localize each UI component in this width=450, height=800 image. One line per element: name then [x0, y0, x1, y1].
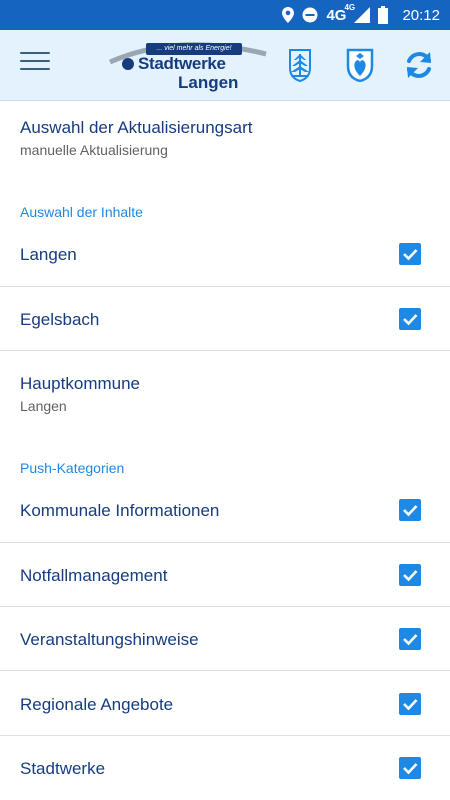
- logo-name: Stadtwerke: [138, 54, 226, 73]
- status-icons: 4G 4G 20:12: [282, 0, 440, 30]
- battery-icon: [378, 6, 389, 24]
- list-item-label: Langen: [20, 245, 77, 264]
- status-bar: 4G 4G 20:12: [0, 0, 450, 30]
- content-section-header: Auswahl der Inhalte: [20, 204, 143, 220]
- divider: [0, 735, 450, 736]
- logo-dot-icon: [122, 58, 134, 70]
- list-item-label: Regionale Angebote: [20, 695, 174, 714]
- crest-egelsbach-button[interactable]: [344, 48, 376, 83]
- network-type: 4G 4G: [326, 2, 356, 24]
- checkbox-egelsbach[interactable]: [399, 308, 421, 330]
- checkbox-langen[interactable]: [399, 243, 421, 265]
- divider: [0, 286, 450, 287]
- checkbox-regionale-angebote[interactable]: [399, 693, 421, 715]
- menu-button[interactable]: [20, 52, 50, 78]
- logo-city: Langen: [178, 73, 239, 92]
- signal-icon: [354, 7, 371, 23]
- crest-langen-button[interactable]: [284, 48, 316, 83]
- list-item-label: Veranstaltungshinweise: [20, 630, 199, 649]
- update-type-setting[interactable]: Auswahl der Aktualisierungsart manuelle …: [20, 118, 252, 159]
- status-time: 20:12: [402, 6, 440, 24]
- check-icon: [403, 249, 418, 261]
- divider: [0, 606, 450, 607]
- crest-egelsbach-icon: [346, 48, 374, 83]
- app-logo: ... viel mehr als Energie! Stadtwerke La…: [108, 38, 268, 94]
- divider: [0, 670, 450, 671]
- list-item-label: Notfallmanagement: [20, 566, 168, 585]
- main-municipality-title: Hauptkommune: [20, 374, 141, 393]
- divider: [0, 542, 450, 543]
- location-icon: [282, 7, 295, 23]
- main-municipality-setting[interactable]: Hauptkommune Langen: [20, 374, 140, 415]
- refresh-icon: [407, 52, 431, 78]
- menu-icon: [20, 52, 50, 70]
- list-item-label: Stadtwerke: [20, 759, 106, 778]
- check-icon: [403, 314, 418, 326]
- crest-langen-icon: [289, 49, 311, 83]
- check-icon: [403, 763, 418, 775]
- check-icon: [403, 699, 418, 711]
- update-type-value: manuelle Aktualisierung: [20, 142, 168, 158]
- check-icon: [403, 505, 418, 517]
- do-not-disturb-icon: [302, 7, 318, 23]
- app-toolbar: ... viel mehr als Energie! Stadtwerke La…: [0, 30, 450, 101]
- push-section-header: Push-Kategorien: [20, 460, 125, 476]
- check-icon: [403, 570, 418, 582]
- main-municipality-value: Langen: [20, 398, 67, 414]
- checkbox-notfallmanagement[interactable]: [399, 564, 421, 586]
- checkbox-veranstaltungshinweise[interactable]: [399, 628, 421, 650]
- list-item-label: Kommunale Informationen: [20, 501, 220, 520]
- checkbox-kommunale-informationen[interactable]: [399, 499, 421, 521]
- refresh-button[interactable]: [402, 48, 436, 82]
- divider: [0, 350, 450, 351]
- list-item-label: Egelsbach: [20, 310, 100, 329]
- update-type-title: Auswahl der Aktualisierungsart: [20, 118, 253, 137]
- check-icon: [403, 634, 418, 646]
- checkbox-stadtwerke[interactable]: [399, 757, 421, 779]
